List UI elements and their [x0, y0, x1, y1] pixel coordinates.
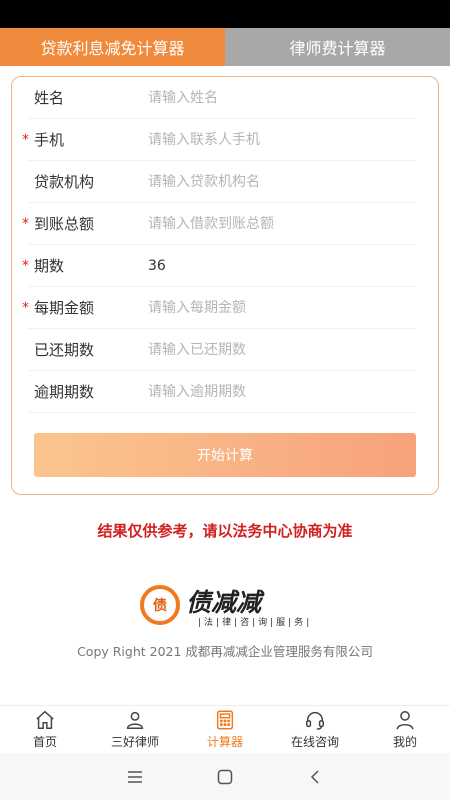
name-label: 姓名: [34, 89, 65, 107]
overdue-periods-label: 逾期期数: [34, 383, 95, 401]
logo-subtitle: |法|律|咨|询|服|务|: [198, 618, 313, 628]
lender-input[interactable]: [148, 173, 416, 190]
system-nav-bar: [0, 753, 450, 800]
required-mark: *: [22, 131, 29, 148]
nav-lawyers-label: 三好律师: [110, 735, 159, 749]
paid-periods-label: 已还期数: [34, 341, 95, 359]
installment-label: 每期金额: [34, 299, 95, 317]
nav-consult-label: 在线咨询: [290, 735, 339, 749]
nav-profile-label: 我的: [392, 735, 417, 749]
installment-input[interactable]: [148, 299, 416, 316]
periods-input[interactable]: [148, 257, 416, 274]
overdue-periods-input[interactable]: [148, 383, 416, 400]
back-icon: [310, 769, 319, 784]
tab-bar: 贷款利息减免计算器 律师费计算器: [0, 28, 450, 66]
nav-consult[interactable]: 在线咨询: [270, 706, 360, 753]
nav-calculator-label: 计算器: [206, 735, 243, 749]
nav-home-label: 首页: [32, 735, 57, 749]
phone-label: 手机: [34, 131, 65, 149]
form-row-lender: 贷款机构: [28, 161, 416, 203]
bottom-nav: 首页 三好律师 计算器 在线咨询 我的: [0, 705, 450, 753]
name-input[interactable]: [148, 89, 416, 106]
menu-icon: [128, 770, 142, 783]
tab-lawyer-fee-calculator[interactable]: 律师费计算器: [225, 28, 450, 66]
phone-input[interactable]: [148, 131, 416, 148]
form-row-paid-periods: 已还期数: [28, 329, 416, 371]
total-amount-input[interactable]: [148, 215, 416, 232]
copyright-text: Copy Right 2021 成都再减减企业管理服务有限公司: [77, 644, 373, 659]
home-square-icon: [217, 769, 233, 784]
periods-label: 期数: [34, 257, 65, 275]
total-amount-label: 到账总额: [34, 215, 95, 233]
paid-periods-input[interactable]: [148, 341, 416, 358]
home-button[interactable]: [180, 769, 270, 785]
brand-logo: 债 债减减 |法|律|咨|询|服|务|: [140, 583, 316, 631]
form-row-periods: * 期数: [22, 245, 416, 287]
form-row-phone: * 手机: [22, 119, 416, 161]
logo-name: 债减减: [186, 588, 262, 617]
start-calculation-button[interactable]: 开始计算: [34, 433, 416, 477]
home-icon: [36, 710, 54, 729]
profile-icon: [396, 711, 414, 730]
form-row-total-amount: * 到账总额: [22, 203, 416, 245]
back-button[interactable]: [270, 769, 360, 785]
nav-home[interactable]: 首页: [0, 706, 90, 753]
required-mark: *: [22, 299, 29, 316]
logo-mark-icon: 债: [140, 585, 180, 625]
nav-profile[interactable]: 我的: [360, 706, 450, 753]
calculator-icon: [216, 710, 234, 730]
headset-icon: [306, 712, 324, 730]
status-bar: [0, 0, 450, 28]
lender-label: 贷款机构: [34, 173, 95, 191]
form-row-installment: * 每期金额: [22, 287, 416, 329]
required-mark: *: [22, 257, 29, 274]
disclaimer-text: 结果仅供参考，请以法务中心协商为准: [97, 522, 353, 540]
menu-button[interactable]: [90, 770, 180, 784]
tab-loan-calculator[interactable]: 贷款利息减免计算器: [0, 28, 225, 66]
form-row-name: 姓名: [28, 77, 416, 119]
form-row-overdue-periods: 逾期期数: [28, 371, 416, 413]
calculator-form: 姓名 * 手机 贷款机构 * 到账总额 * 期数 * 每期金额 已还期数 逾期期…: [11, 76, 439, 495]
required-mark: *: [22, 215, 29, 232]
nav-calculator[interactable]: 计算器: [180, 706, 270, 753]
user-icon: [126, 711, 144, 729]
nav-lawyers[interactable]: 三好律师: [90, 706, 180, 753]
